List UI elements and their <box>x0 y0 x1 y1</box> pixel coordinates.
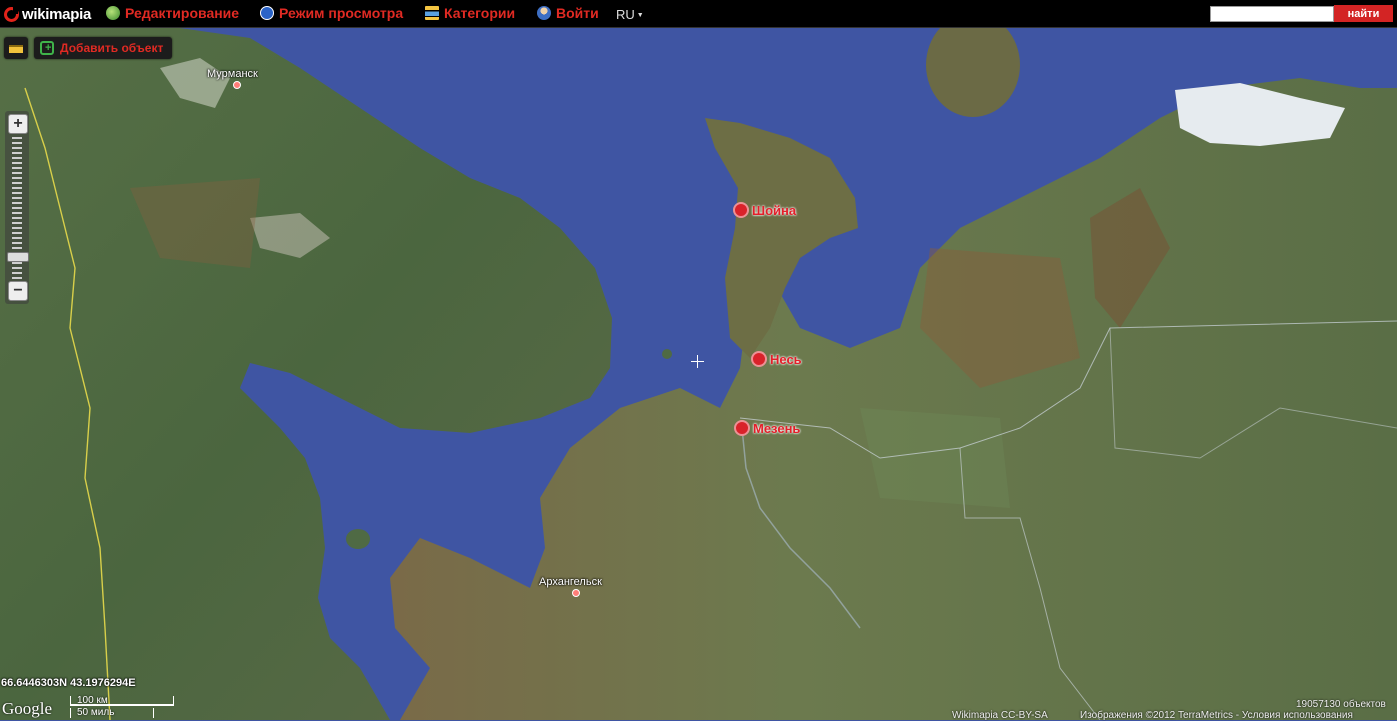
place-nes[interactable]: Несь <box>751 351 802 367</box>
object-count: 19057130 объектов <box>1296 699 1386 710</box>
nav-login-label: Войти <box>556 5 599 21</box>
nav-edit-label: Редактирование <box>125 5 240 21</box>
logo-text: wikimapia <box>22 5 91 23</box>
chevron-down-icon: ▼ <box>636 12 644 20</box>
nav-edit[interactable]: Редактирование <box>106 5 239 21</box>
scale-bar: 100 км 50 миль <box>70 696 174 720</box>
zoom-out-button[interactable]: − <box>8 281 28 301</box>
user-icon <box>537 6 551 20</box>
ruler-button[interactable] <box>4 37 28 59</box>
top-bar: wikimapia Редактирование Режим просмотра… <box>0 0 1397 28</box>
place-label-mezen: Мезень <box>753 420 801 436</box>
search-input[interactable] <box>1210 6 1334 22</box>
scale-miles: 50 миль <box>70 708 154 718</box>
scale-km: 100 км <box>70 696 174 706</box>
nav-view-mode-label: Режим просмотра <box>279 5 404 21</box>
place-pin-icon <box>734 420 750 436</box>
nav-categories-label: Категории <box>444 5 516 21</box>
zoom-slider-handle[interactable] <box>7 252 29 263</box>
zoom-in-button[interactable]: + <box>8 114 28 134</box>
city-marker-murmansk[interactable] <box>233 81 241 89</box>
nav-categories[interactable]: Категории <box>425 5 515 21</box>
attribution-wikimapia[interactable]: Wikimapia CC-BY-SA <box>952 710 1048 721</box>
ruler-icon <box>9 45 23 53</box>
language-selector[interactable]: RU ▼ <box>616 7 644 22</box>
place-label-shoyna: Шойна <box>752 202 797 218</box>
wikimapia-logo[interactable]: wikimapia <box>4 4 91 24</box>
place-pin-icon <box>733 202 749 218</box>
place-shoyna[interactable]: Шойна <box>733 202 796 218</box>
coordinates-readout: 66.6446303N 43.1976294E <box>1 677 136 689</box>
add-object-label: Добавить объект <box>60 41 164 55</box>
city-marker-arkhangelsk[interactable] <box>572 589 580 597</box>
nav-view-mode[interactable]: Режим просмотра <box>260 5 403 21</box>
globe-edit-icon <box>106 6 120 20</box>
compass-icon <box>260 6 274 20</box>
categories-icon <box>425 6 439 20</box>
satellite-imagery <box>0 28 1397 720</box>
map-canvas[interactable] <box>0 28 1397 720</box>
place-label-nes: Несь <box>770 351 802 367</box>
add-place-icon: + <box>40 41 54 55</box>
crosshair-icon <box>691 355 704 368</box>
city-label-arkhangelsk[interactable]: Архангельск <box>539 576 602 588</box>
google-logo[interactable]: Google <box>2 699 52 719</box>
place-mezen[interactable]: Мезень <box>734 420 800 436</box>
zoom-control: + − <box>5 111 29 304</box>
nav-login[interactable]: Войти <box>537 5 599 21</box>
add-object-button[interactable]: + Добавить объект <box>34 37 172 59</box>
city-label-murmansk[interactable]: Мурманск <box>207 68 258 80</box>
wikimapia-logo-icon <box>4 6 19 22</box>
search-button[interactable]: найти <box>1334 5 1393 22</box>
attribution-imagery[interactable]: Изображения ©2012 TerraMetrics - Условия… <box>1080 710 1353 721</box>
place-pin-icon <box>751 351 767 367</box>
language-label: RU <box>616 7 635 22</box>
